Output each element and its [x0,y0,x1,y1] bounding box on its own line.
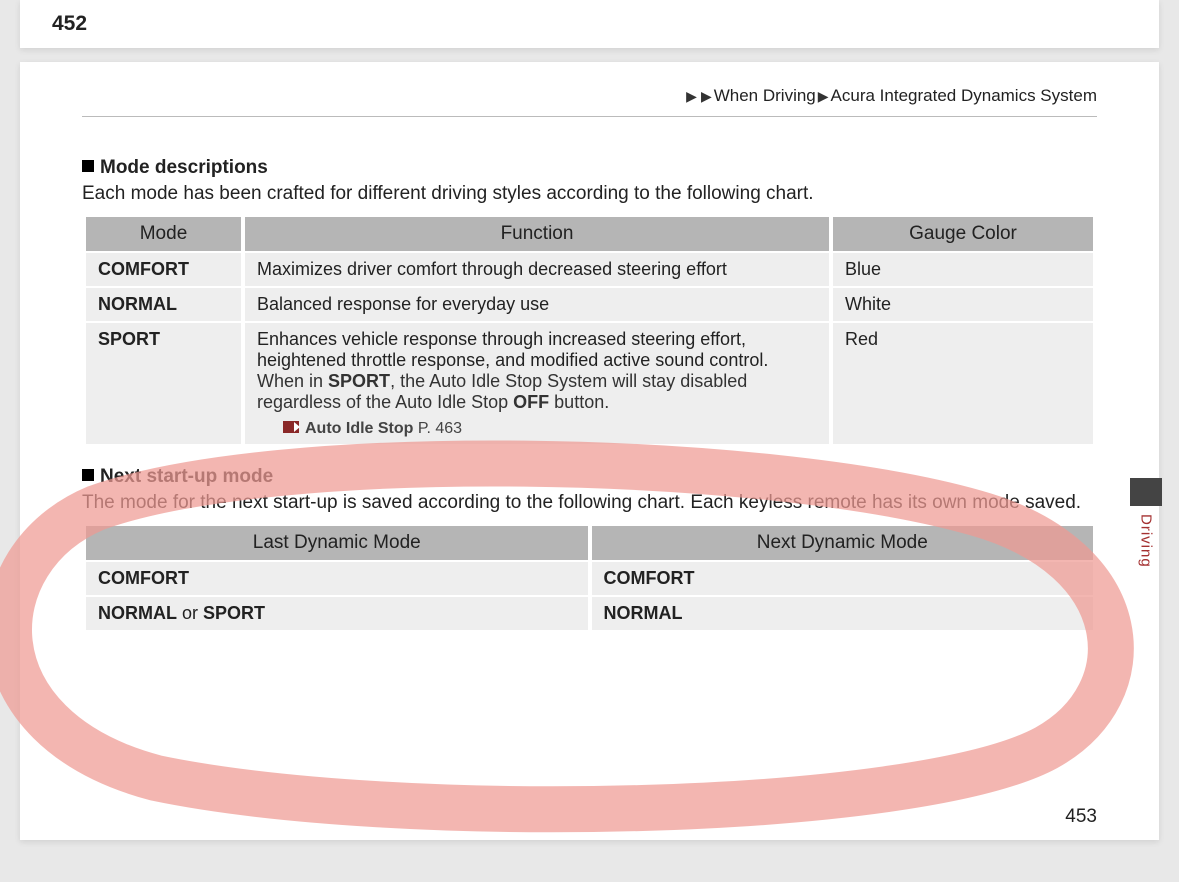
manual-page: ▶▶When Driving▶Acura Integrated Dynamics… [20,62,1159,840]
section-tab: Driving [1130,478,1162,568]
table-row: NORMAL Balanced response for everyday us… [86,288,1093,321]
col-last-mode: Last Dynamic Mode [86,526,588,560]
last-normal-sport: NORMAL or SPORT [86,597,588,630]
func-sport: Enhances vehicle response through increa… [245,323,829,444]
section-title-next-startup: Next start-up mode [82,466,1097,488]
link-page-no: P. 463 [413,420,462,437]
col-function: Function [245,217,829,251]
section1-desc: Each mode has been crafted for different… [82,183,1097,205]
table-header-row: Mode Function Gauge Color [86,217,1093,251]
col-next-mode: Next Dynamic Mode [592,526,1094,560]
last-comfort: COMFORT [86,562,588,595]
sport-func-line1: Enhances vehicle response through increa… [257,329,768,370]
color-comfort: Blue [833,253,1093,286]
page-number: 453 [1065,806,1097,828]
next-startup-table: Last Dynamic Mode Next Dynamic Mode COMF… [82,524,1097,632]
col-gauge-color: Gauge Color [833,217,1093,251]
mode-descriptions-table: Mode Function Gauge Color COMFORT Maximi… [82,215,1097,446]
tab-label: Driving [1138,514,1155,568]
color-normal: White [833,288,1093,321]
link-arrow-icon [283,421,299,433]
table-row: SPORT Enhances vehicle response through … [86,323,1093,444]
section-title-mode-descriptions: Mode descriptions [82,157,1097,179]
table-row: NORMAL or SPORT NORMAL [86,597,1093,630]
tab-marker-icon [1130,478,1162,506]
mode-sport: SPORT [86,323,241,444]
next-normal: NORMAL [592,597,1094,630]
table-row: COMFORT COMFORT [86,562,1093,595]
chevron-right-icon: ▶ [686,88,697,104]
link-text: Auto Idle Stop [305,420,413,437]
section1-title-text: Mode descriptions [100,157,268,178]
color-sport: Red [833,323,1093,444]
breadcrumb: ▶▶When Driving▶Acura Integrated Dynamics… [82,86,1097,117]
mode-normal: NORMAL [86,288,241,321]
table-row: COMFORT Maximizes driver comfort through… [86,253,1093,286]
table-header-row: Last Dynamic Mode Next Dynamic Mode [86,526,1093,560]
previous-page-stub: 452 [20,0,1159,48]
square-bullet-icon [82,160,94,172]
col-mode: Mode [86,217,241,251]
func-normal: Balanced response for everyday use [245,288,829,321]
section2-title-text: Next start-up mode [100,466,273,487]
breadcrumb-lvl2: Acura Integrated Dynamics System [831,86,1097,105]
breadcrumb-lvl1: When Driving [714,86,816,105]
chevron-right-icon: ▶ [818,88,829,104]
mode-comfort: COMFORT [86,253,241,286]
next-comfort: COMFORT [592,562,1094,595]
cross-ref-link[interactable]: Auto Idle Stop P. 463 [257,417,817,438]
sport-func-line2: When in SPORT, the Auto Idle Stop System… [257,371,817,413]
chevron-right-icon: ▶ [701,88,712,104]
section2-desc: The mode for the next start-up is saved … [82,492,1097,514]
func-comfort: Maximizes driver comfort through decreas… [245,253,829,286]
page-number-top: 452 [52,12,87,35]
square-bullet-icon [82,469,94,481]
